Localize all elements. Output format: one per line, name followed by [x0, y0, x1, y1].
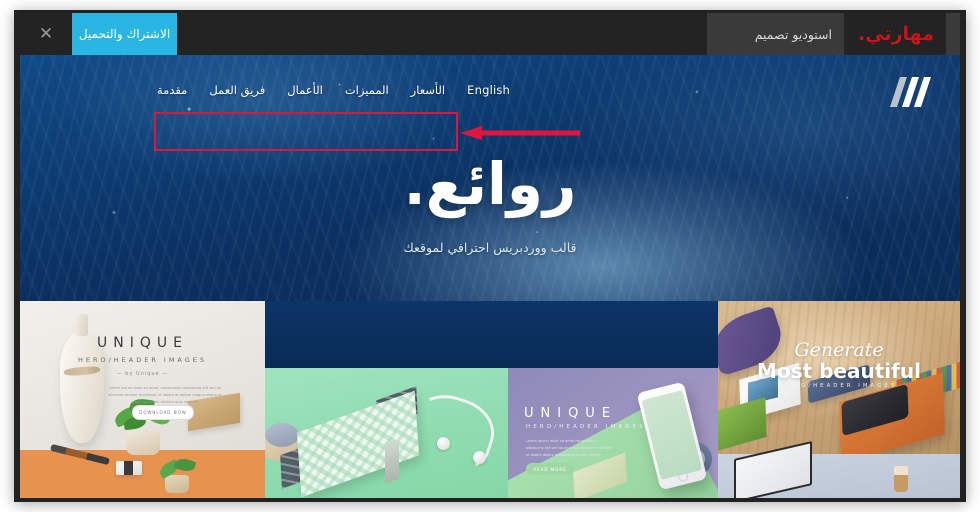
screenshot-canvas: ✕ الاشتراك والتحميل استوديو تصميم مهارتي… — [0, 0, 980, 512]
nav-item-features[interactable]: المميزات — [334, 80, 400, 100]
nav-item-english[interactable]: English — [456, 80, 521, 100]
earbud — [473, 451, 486, 464]
thumb-subtitle: HERO/HEADER IMAGES — [526, 424, 646, 430]
close-icon: ✕ — [38, 24, 54, 44]
thumbnail-grid: UNIQUE HERO/HEADER IMAGES — by Unique — … — [20, 301, 960, 498]
eraser-band — [124, 461, 133, 475]
hero-subtitle: قالب ووردبريس احترافي لموقعك — [403, 240, 577, 255]
thumb-title: UNIQUE — [524, 406, 618, 421]
bowl-contents — [265, 423, 299, 447]
thumb-paragraph: Lorem ipsum dolor sit amet, consectetur … — [108, 386, 222, 404]
thumb-bold-title: Most beautiful — [757, 359, 921, 383]
thumb-script-title: Generate — [794, 339, 884, 361]
gallery-item-unique-vase[interactable]: UNIQUE HERO/HEADER IMAGES — by Unique — … — [20, 301, 265, 498]
thumb-bottom-strip — [718, 440, 960, 498]
thumb-background: UNIQUE HERO/HEADER IMAGES Lorem ipsum do… — [508, 368, 718, 498]
thumb-subtitle: HERO/HEADER IMAGES — [780, 383, 898, 389]
subscribe-download-button[interactable]: الاشتراك والتحميل — [72, 13, 177, 55]
brand-dot: . — [858, 23, 866, 45]
nav-item-team[interactable]: فريق العمل — [198, 80, 276, 100]
thumb-accent-band — [20, 450, 265, 498]
thumb-cta-button[interactable]: READ MORE — [526, 463, 574, 475]
studio-label: استوديو تصميم — [754, 26, 832, 42]
nav-item-works[interactable]: الأعمال — [276, 80, 334, 100]
site-brand[interactable]: مهارتي . — [844, 13, 946, 55]
nav-item-intro[interactable]: مقدمة — [146, 80, 198, 100]
annotation-arrow-icon — [460, 125, 580, 140]
close-preview-button[interactable]: ✕ — [20, 13, 72, 55]
hero-bleed-strip — [508, 301, 718, 368]
hero-section: English الأسعار المميزات الأعمال فريق ال… — [20, 55, 960, 301]
brand-name: مهارتي — [865, 22, 934, 45]
thumb-byline: — by Unique — — [116, 371, 169, 377]
succulent-illustration — [155, 453, 199, 493]
coffee-glass-illustration — [894, 466, 908, 492]
earbud — [437, 437, 450, 450]
gallery-item-mint-isometric[interactable] — [265, 301, 508, 498]
subscribe-download-label: الاشتراك والتحميل — [78, 27, 171, 41]
leaf — [173, 456, 197, 474]
thumb-subtitle: HERO/HEADER IMAGES — [77, 356, 208, 364]
hero-bleed-strip — [265, 301, 508, 368]
thumb-paragraph: Lorem ipsum dolor sit amet consectetur a… — [526, 439, 612, 457]
nav-highlight-box — [154, 112, 458, 151]
notebook-spine — [385, 438, 399, 484]
plant-pot — [126, 431, 160, 455]
thumb-title: UNIQUE — [97, 335, 188, 351]
hero-title: روائع. — [403, 150, 577, 218]
succulent-pot — [165, 475, 189, 493]
thumb-cta-button[interactable]: DOWNLOAD NOW — [132, 405, 194, 420]
main-navigation: English الأسعار المميزات الأعمال فريق ال… — [136, 73, 531, 107]
nav-item-pricing[interactable]: الأسعار — [400, 80, 456, 100]
theme-preview-site: ✕ الاشتراك والتحميل استوديو تصميم مهارتي… — [20, 13, 960, 498]
three-bars-logo-icon[interactable] — [888, 77, 932, 107]
gallery-item-generate-desk[interactable]: Generate Most beautiful HERO/HEADER IMAG… — [718, 301, 960, 498]
gallery-item-unique-phone[interactable]: UNIQUE HERO/HEADER IMAGES Lorem ipsum do… — [508, 301, 718, 498]
preview-topbar: ✕ الاشتراك والتحميل استوديو تصميم مهارتي… — [20, 13, 960, 55]
